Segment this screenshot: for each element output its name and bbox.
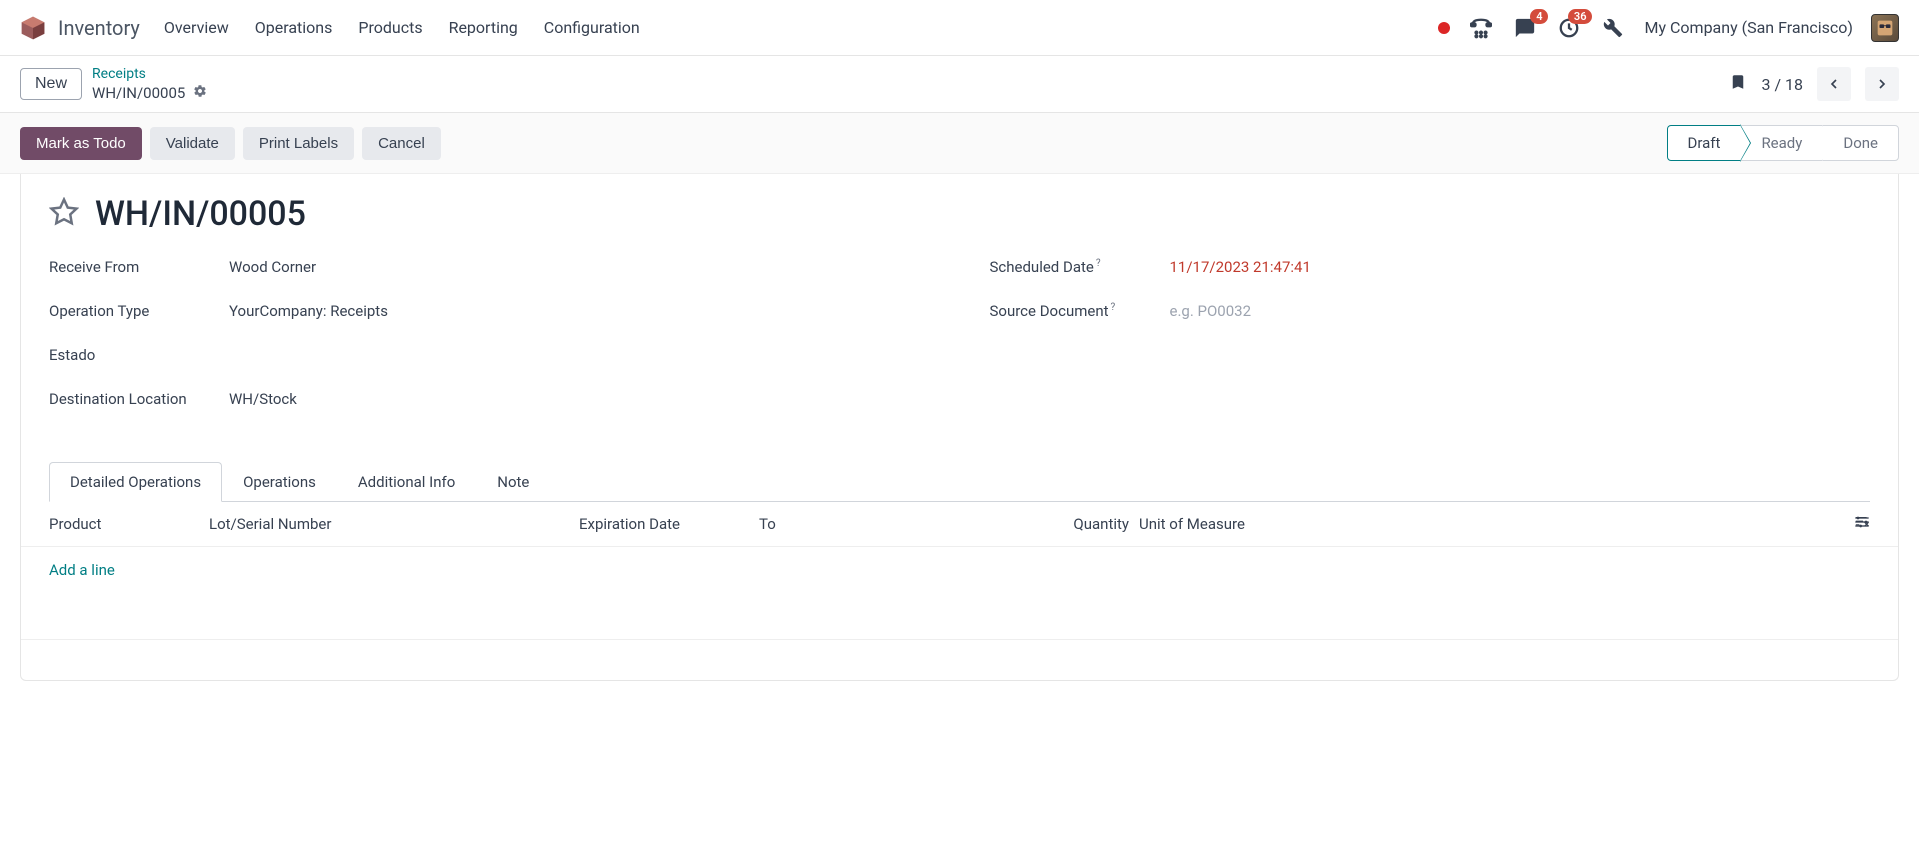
operation-type-label: Operation Type (49, 302, 229, 320)
form-col-left: Receive From Wood Corner Operation Type … (49, 258, 930, 434)
operations-table: Product Lot/Serial Number Expiration Dat… (21, 502, 1898, 680)
page-title: WH/IN/00005 (95, 194, 306, 234)
pager-prev-button[interactable] (1817, 67, 1851, 101)
breadcrumb-current: WH/IN/00005 (92, 84, 185, 103)
breadcrumb: Receipts WH/IN/00005 (92, 66, 207, 102)
topbar: Inventory Overview Operations Products R… (0, 0, 1919, 56)
tab-operations[interactable]: Operations (222, 462, 337, 502)
tab-detailed-operations[interactable]: Detailed Operations (49, 462, 222, 502)
table-footer (21, 640, 1898, 680)
receive-from-value[interactable]: Wood Corner (229, 258, 316, 276)
source-document-input[interactable]: e.g. PO0032 (1170, 302, 1252, 320)
table-header: Product Lot/Serial Number Expiration Dat… (21, 502, 1898, 547)
new-button[interactable]: New (20, 68, 82, 100)
top-nav: Overview Operations Products Reporting C… (164, 18, 640, 37)
tools-icon[interactable] (1600, 15, 1626, 41)
col-uom[interactable]: Unit of Measure (1129, 515, 1840, 533)
pager-text[interactable]: 3 / 18 (1761, 75, 1803, 94)
receive-from-label: Receive From (49, 258, 229, 276)
adjust-columns-icon[interactable] (1840, 514, 1870, 534)
action-buttons: Mark as Todo Validate Print Labels Cance… (20, 127, 441, 160)
table-body: Add a line (21, 547, 1898, 640)
validate-button[interactable]: Validate (150, 127, 235, 160)
col-product[interactable]: Product (49, 515, 209, 533)
nav-reporting[interactable]: Reporting (449, 18, 518, 37)
status-draft[interactable]: Draft (1667, 125, 1742, 161)
help-icon[interactable]: ? (1111, 302, 1116, 313)
status-steps: Draft Ready Done (1668, 125, 1899, 161)
tab-additional-info[interactable]: Additional Info (337, 462, 476, 502)
col-expiration[interactable]: Expiration Date (579, 515, 759, 533)
breadcrumb-parent[interactable]: Receipts (92, 66, 207, 84)
source-document-label: Source Document? (990, 302, 1170, 320)
recording-indicator-icon (1438, 22, 1450, 34)
title-row: WH/IN/00005 (49, 194, 1870, 234)
nav-operations[interactable]: Operations (255, 18, 333, 37)
gear-icon[interactable] (193, 84, 207, 103)
control-panel: New Receipts WH/IN/00005 3 / 18 (0, 56, 1919, 113)
star-icon[interactable] (49, 197, 79, 231)
activities-icon[interactable]: 36 (1556, 15, 1582, 41)
add-line-link[interactable]: Add a line (49, 561, 115, 579)
app-logo-icon[interactable] (20, 15, 46, 41)
form-grid: Receive From Wood Corner Operation Type … (49, 258, 1870, 434)
subbar-right: 3 / 18 (1729, 67, 1899, 101)
bookmark-icon[interactable] (1729, 71, 1747, 97)
operation-type-value[interactable]: YourCompany: Receipts (229, 302, 388, 320)
destination-label: Destination Location (49, 390, 229, 408)
status-bar: Mark as Todo Validate Print Labels Cance… (0, 113, 1919, 174)
col-quantity[interactable]: Quantity (1059, 515, 1129, 533)
destination-value[interactable]: WH/Stock (229, 390, 297, 408)
scheduled-date-value[interactable]: 11/17/2023 21:47:41 (1170, 258, 1311, 276)
messages-icon[interactable]: 4 (1512, 15, 1538, 41)
status-done[interactable]: Done (1822, 125, 1899, 161)
company-selector[interactable]: My Company (San Francisco) (1644, 18, 1853, 37)
nav-configuration[interactable]: Configuration (544, 18, 640, 37)
print-labels-button[interactable]: Print Labels (243, 127, 354, 160)
scheduled-date-label: Scheduled Date? (990, 258, 1170, 276)
cancel-button[interactable]: Cancel (362, 127, 441, 160)
form-sheet: WH/IN/00005 Receive From Wood Corner Ope… (20, 174, 1899, 681)
col-to[interactable]: To (759, 515, 1059, 533)
estado-label: Estado (49, 346, 229, 364)
activities-badge: 36 (1568, 9, 1593, 24)
topbar-right: 4 36 My Company (San Francisco) (1438, 14, 1899, 42)
tabs: Detailed Operations Operations Additiona… (49, 462, 1870, 502)
nav-overview[interactable]: Overview (164, 18, 229, 37)
status-ready[interactable]: Ready (1740, 125, 1823, 161)
app-name[interactable]: Inventory (58, 16, 140, 40)
col-lot[interactable]: Lot/Serial Number (209, 515, 579, 533)
phone-icon[interactable] (1468, 15, 1494, 41)
nav-products[interactable]: Products (358, 18, 422, 37)
mark-as-todo-button[interactable]: Mark as Todo (20, 127, 142, 160)
tab-note[interactable]: Note (476, 462, 550, 502)
pager-next-button[interactable] (1865, 67, 1899, 101)
messages-badge: 4 (1530, 9, 1548, 24)
form-col-right: Scheduled Date? 11/17/2023 21:47:41 Sour… (990, 258, 1871, 434)
help-icon[interactable]: ? (1096, 258, 1101, 269)
user-avatar[interactable] (1871, 14, 1899, 42)
